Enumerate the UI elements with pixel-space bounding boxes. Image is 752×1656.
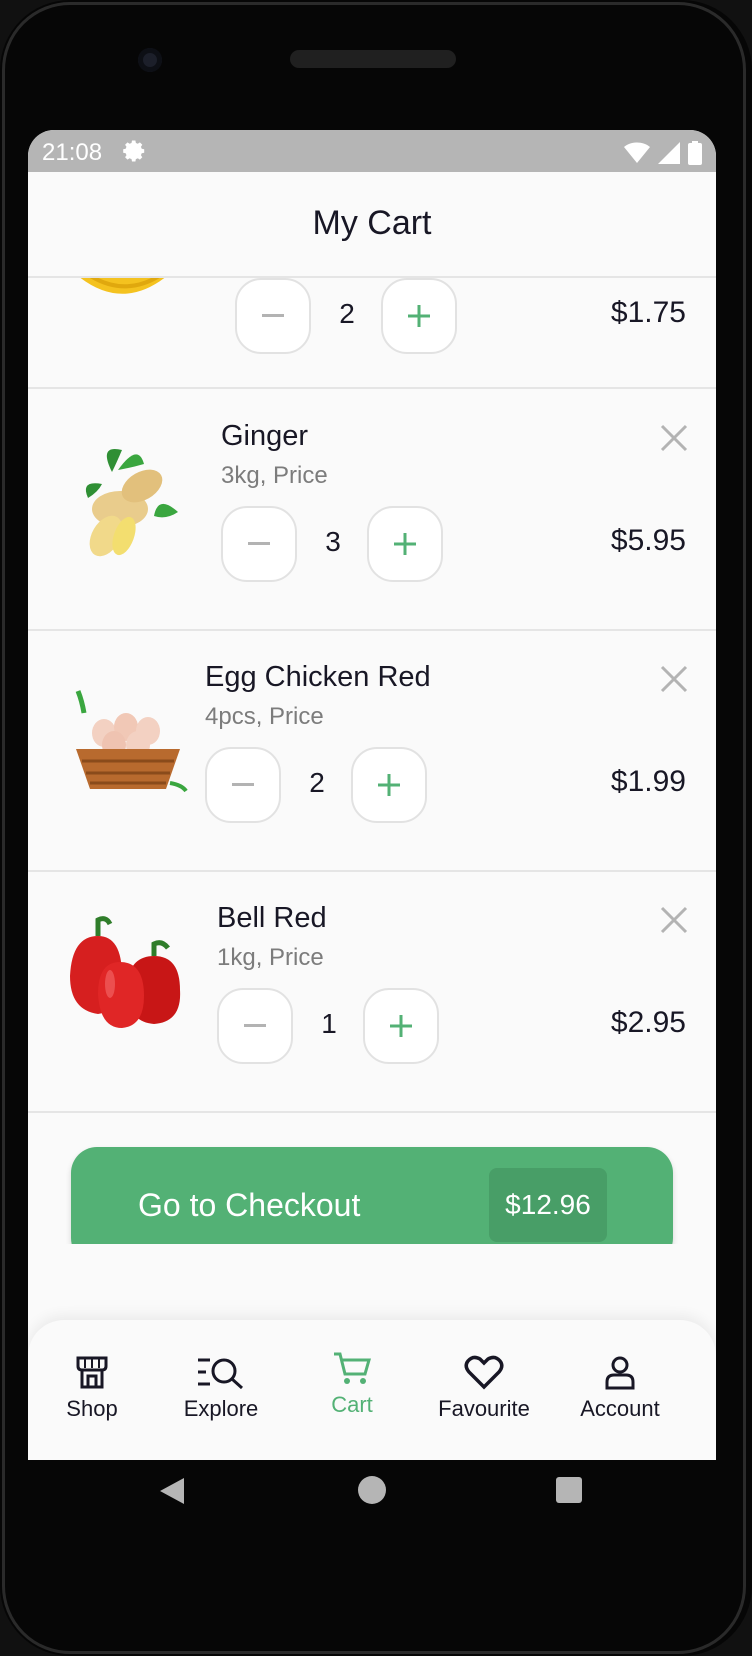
phone-frame: 21:08 My Cart 2 $1.75 Ginger 3kg, Price … (0, 0, 752, 1656)
explore-icon (198, 1358, 244, 1390)
settings-gear-icon (122, 139, 146, 168)
quantity-value: 2 (309, 767, 325, 798)
quantity-value: 1 (321, 1008, 337, 1039)
status-bar: 21:08 (28, 130, 716, 172)
remove-item-close-icon[interactable] (658, 904, 690, 936)
red-bell-pepper-image (70, 916, 181, 1028)
cart-item-partial: 2 $1.75 (28, 278, 716, 389)
increase-quantity-button[interactable] (381, 278, 457, 354)
home-icon[interactable] (358, 1476, 386, 1504)
system-navigation-bar (0, 1460, 752, 1540)
tab-cart[interactable]: Cart (292, 1350, 412, 1418)
plus-icon (390, 1015, 412, 1037)
minus-icon (248, 542, 270, 545)
cart-item: Ginger 3kg, Price 3 $5.95 (28, 388, 716, 631)
recent-apps-icon[interactable] (556, 1477, 582, 1503)
back-icon[interactable] (158, 1476, 186, 1506)
tab-label: Cart (331, 1392, 373, 1417)
decrease-quantity-button[interactable] (235, 278, 311, 354)
cart-header: My Cart (28, 172, 716, 278)
cart-item: Egg Chicken Red 4pcs, Price 2 $1.99 (28, 629, 716, 872)
quantity-value: 3 (325, 526, 341, 557)
cart-icon (334, 1352, 371, 1384)
bottom-tab-bar: Shop Explore Cart Favourite Account (28, 1320, 716, 1460)
plus-icon (408, 305, 430, 327)
item-detail: 4pcs, Price (205, 703, 324, 730)
ginger-image (85, 448, 178, 557)
tab-label: Explore (183, 1396, 259, 1421)
eggs-basket-image (75, 690, 188, 793)
increase-quantity-button[interactable] (367, 506, 443, 582)
increase-quantity-button[interactable] (351, 747, 427, 823)
tab-account[interactable]: Account (555, 1354, 685, 1422)
front-camera (138, 48, 162, 72)
decrease-quantity-button[interactable] (221, 506, 297, 582)
heart-icon (464, 1355, 504, 1390)
decrease-quantity-button[interactable] (217, 988, 293, 1064)
minus-icon (244, 1024, 266, 1027)
earpiece-speaker (290, 50, 456, 68)
item-detail: 1kg, Price (217, 944, 324, 971)
plus-icon (378, 774, 400, 796)
checkout-button[interactable]: Go to Checkout $12.96 (71, 1147, 673, 1244)
checkout-total-badge: $12.96 (489, 1168, 607, 1242)
wifi-icon (624, 142, 650, 163)
page-title: My Cart (312, 204, 432, 242)
increase-quantity-button[interactable] (363, 988, 439, 1064)
item-price: $1.99 (610, 765, 686, 798)
decrease-quantity-button[interactable] (205, 747, 281, 823)
tab-explore[interactable]: Explore (161, 1354, 281, 1422)
item-name: Bell Red (217, 902, 327, 934)
status-icons (624, 141, 702, 165)
remove-item-close-icon[interactable] (658, 422, 690, 454)
tab-label: Account (580, 1396, 660, 1421)
item-price: $1.75 (610, 296, 686, 329)
checkout-label: Go to Checkout (138, 1187, 361, 1223)
tab-label: Shop (66, 1396, 118, 1421)
cart-item: Bell Red 1kg, Price 1 $2.95 (28, 870, 716, 1113)
item-price: $5.95 (610, 524, 686, 557)
status-time: 21:08 (42, 139, 103, 166)
app-screen: 21:08 My Cart 2 $1.75 Ginger 3kg, Price … (28, 130, 716, 1460)
item-detail: 3kg, Price (221, 462, 328, 489)
plus-icon (394, 533, 416, 555)
minus-icon (262, 314, 284, 317)
remove-item-close-icon[interactable] (658, 663, 690, 695)
quantity-value: 2 (339, 298, 355, 329)
store-icon (76, 1356, 108, 1389)
item-price: $2.95 (610, 1006, 686, 1039)
tab-shop[interactable]: Shop (32, 1354, 152, 1422)
cart-item-list[interactable]: 2 $1.75 Ginger 3kg, Price 3 $5.95 Egg Ch… (28, 278, 716, 1244)
item-name: Egg Chicken Red (205, 661, 431, 693)
signal-icon (658, 142, 680, 164)
banana-image (80, 278, 165, 294)
battery-icon (688, 141, 702, 165)
item-name: Ginger (221, 420, 309, 452)
tab-favourite[interactable]: Favourite (421, 1354, 547, 1422)
account-icon (605, 1356, 635, 1390)
minus-icon (232, 783, 254, 786)
tab-label: Favourite (438, 1396, 530, 1421)
